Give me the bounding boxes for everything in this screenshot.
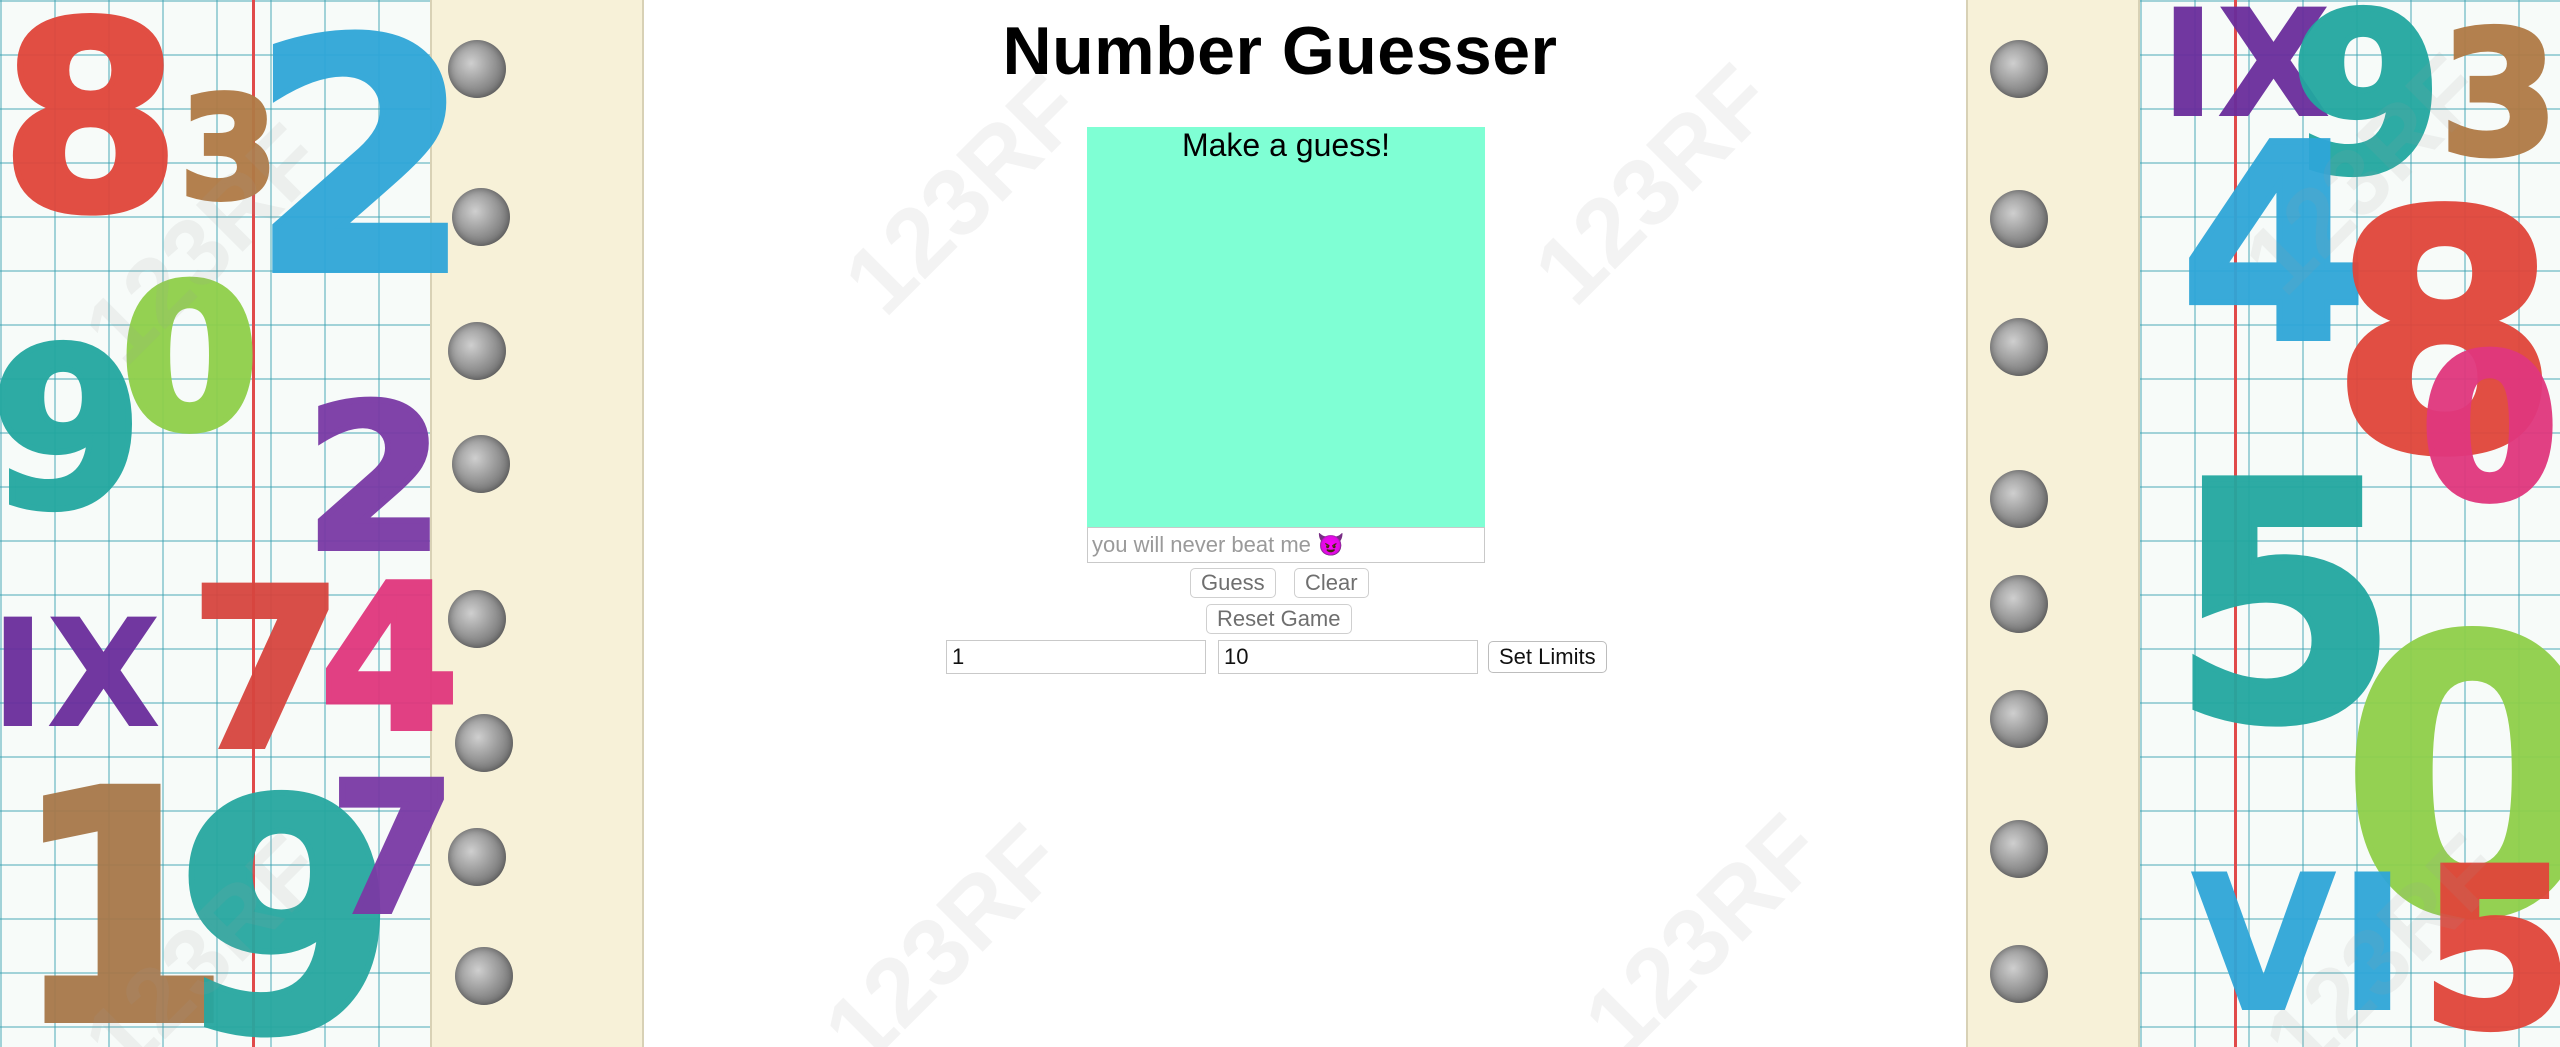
page-title: Number Guesser [1002,13,1558,89]
min-limit-input[interactable] [946,640,1206,674]
number-guesser-app: Number Guesser Make a guess! Guess Clear… [0,0,2560,1047]
page: 8 3 2 0 9 2 IX 7 4 1 9 7 IX 9 4 3 8 0 5 … [0,0,2560,1047]
display-message: Make a guess! [1181,127,1391,163]
reset-game-button[interactable]: Reset Game [1206,604,1352,634]
max-limit-input[interactable] [1218,640,1478,674]
set-limits-button[interactable]: Set Limits [1488,641,1607,673]
guess-display-box: Make a guess! [1087,127,1485,527]
guess-input[interactable] [1087,527,1485,563]
clear-button[interactable]: Clear [1294,568,1369,598]
guess-button[interactable]: Guess [1190,568,1276,598]
